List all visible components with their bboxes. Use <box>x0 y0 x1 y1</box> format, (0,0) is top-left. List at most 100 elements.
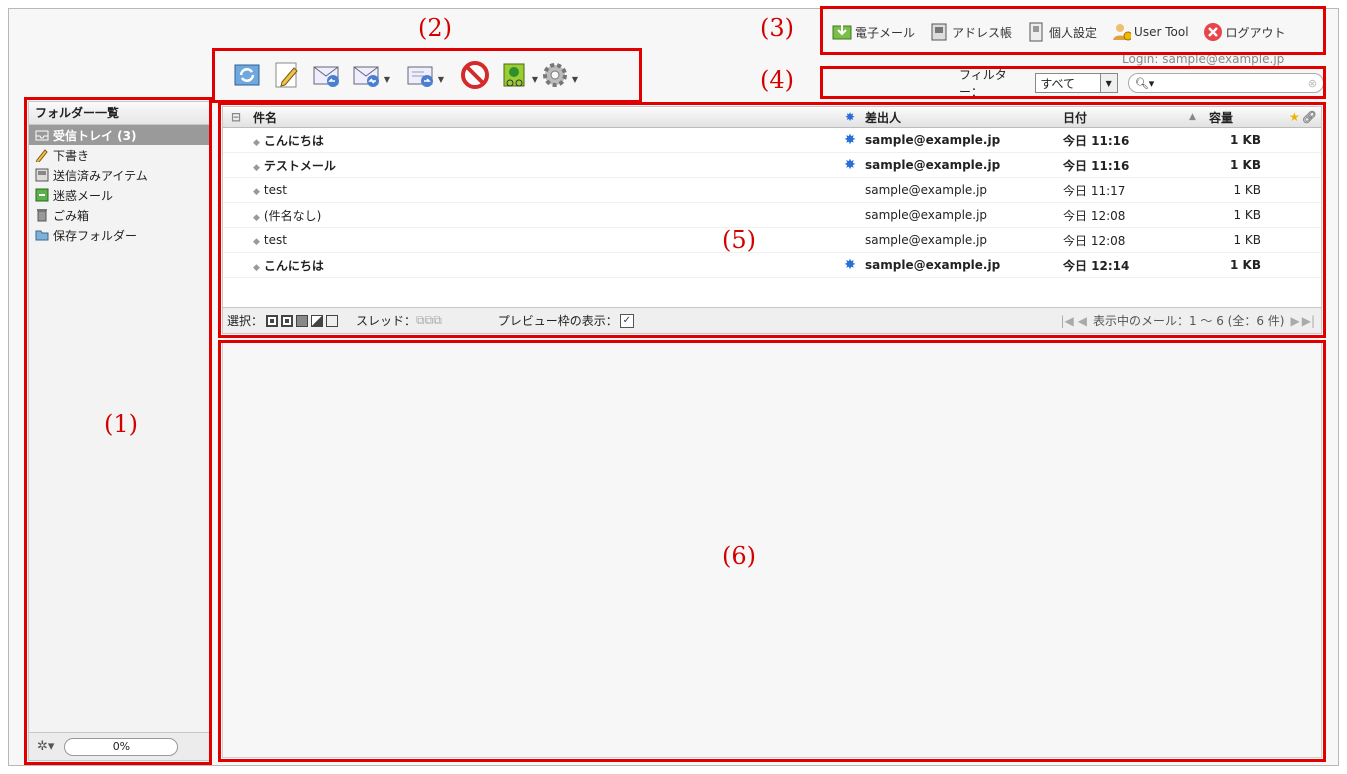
expand-all-icon[interactable]: ⧉ <box>425 313 434 328</box>
select-none-icon[interactable] <box>326 314 339 327</box>
dropdown-arrow-icon[interactable]: ▼ <box>438 75 444 84</box>
nav-settings-label: 個人設定 <box>1049 25 1098 40</box>
message-row[interactable]: ◆ テストメール ✸ sample@example.jp 今日 11:16 1 KB <box>223 153 1321 178</box>
folder-drafts[interactable]: 下書き <box>29 145 209 165</box>
message-subject[interactable]: ◆ test <box>249 183 839 197</box>
sort-asc-icon: ▲ <box>1189 112 1196 122</box>
message-subject[interactable]: ◆ テストメール <box>249 157 839 174</box>
folder-archive[interactable]: 保存フォルダー <box>29 225 209 245</box>
bullet-icon: ◆ <box>253 212 260 223</box>
collapse-all-icon[interactable]: ⧉ <box>433 313 442 328</box>
preview-label: プレビュー枠の表示： <box>497 314 618 328</box>
star-icon: ★ <box>1289 110 1300 124</box>
message-date: 今日 11:16 <box>1063 158 1130 173</box>
delete-button[interactable] <box>458 59 492 93</box>
last-page-icon[interactable]: ▶| <box>1302 314 1315 328</box>
column-date[interactable]: 日付 <box>1059 109 1189 126</box>
message-row[interactable]: ◆ test sample@example.jp 今日 11:17 1 KB <box>223 178 1321 203</box>
attachment-icon: 🔗︎ <box>1301 110 1317 124</box>
filter-select[interactable]: すべて ▼ <box>1035 73 1118 93</box>
folder-label: ごみ箱 <box>53 208 90 223</box>
message-from: sample@example.jp <box>865 233 988 247</box>
chevron-down-icon: ▼ <box>1099 74 1117 92</box>
nav-mail[interactable]: 電子メール <box>832 22 915 42</box>
folder-inbox[interactable]: 受信トレイ (3) <box>29 125 209 145</box>
message-from: sample@example.jp <box>865 208 988 222</box>
message-size: 1 KB <box>1230 158 1261 172</box>
nav-logout[interactable]: ログアウト <box>1203 22 1286 42</box>
message-row[interactable]: ◆ こんにちは ✸ sample@example.jp 今日 12:14 1 KB <box>223 253 1321 278</box>
unread-star-icon[interactable]: ✸ <box>839 257 861 273</box>
mark-button[interactable]: ▼ <box>498 59 538 93</box>
subject-text: (件名なし) <box>263 208 322 223</box>
subject-text: test <box>263 183 287 197</box>
bullet-icon: ◆ <box>253 162 260 173</box>
message-subject[interactable]: ◆ こんにちは <box>249 132 839 149</box>
message-subject[interactable]: ◆ (件名なし) <box>249 207 839 224</box>
message-subject[interactable]: ◆ こんにちは <box>249 257 839 274</box>
message-date: 今日 11:17 <box>1063 183 1126 198</box>
gear-icon <box>540 60 570 93</box>
search-input[interactable]: 🔍︎▾ ⊗ <box>1127 73 1324 93</box>
user-tool-icon <box>1111 22 1132 42</box>
trash-icon <box>35 208 49 222</box>
invert-selection-icon[interactable] <box>311 314 324 327</box>
select-all-icon[interactable] <box>266 314 279 327</box>
unread-star-icon[interactable]: ✸ <box>839 132 861 148</box>
nav-address-book-label: アドレス帳 <box>952 25 1013 40</box>
thread-toggle-icon[interactable]: ⊟ <box>223 110 249 124</box>
nav-logout-label: ログアウト <box>1225 25 1286 40</box>
folder-label: 送信済みアイテム <box>53 168 148 183</box>
unread-star-icon[interactable]: ✸ <box>839 157 861 173</box>
message-row[interactable]: ◆ こんにちは ✸ sample@example.jp 今日 11:16 1 KB <box>223 128 1321 153</box>
message-from: sample@example.jp <box>865 183 988 197</box>
subject-text: テストメール <box>263 158 336 173</box>
expand-thread-icon[interactable]: ⧉ <box>416 313 425 328</box>
column-size[interactable]: 容量 <box>1209 109 1269 126</box>
junk-icon <box>35 188 49 202</box>
message-row[interactable]: ◆ test sample@example.jp 今日 12:08 1 KB <box>223 228 1321 253</box>
marker-6: (6) <box>722 542 756 570</box>
prev-page-icon[interactable]: ◀ <box>1078 314 1087 328</box>
folder-junk[interactable]: 迷惑メール <box>29 185 209 205</box>
more-button[interactable]: ▼ <box>538 59 578 93</box>
preview-pane <box>222 342 1322 758</box>
forward-icon <box>406 60 436 93</box>
forward-button[interactable]: ▼ <box>404 59 444 93</box>
message-size: 1 KB <box>1233 208 1261 222</box>
address-book-icon <box>929 22 949 42</box>
mail-download-icon <box>832 22 852 42</box>
gear-icon[interactable]: ✲▾ <box>37 739 54 754</box>
compose-button[interactable] <box>270 59 304 93</box>
select-label: 選択： <box>227 314 264 328</box>
reply-all-button[interactable]: ▼ <box>350 59 390 93</box>
preview-toggle-checkbox[interactable]: ✓ <box>619 313 634 328</box>
reply-button[interactable] <box>310 59 344 93</box>
column-subject[interactable]: 件名 <box>249 109 839 126</box>
nav-address-book[interactable]: アドレス帳 <box>929 22 1012 42</box>
folder-label: 下書き <box>53 148 90 163</box>
message-date: 今日 12:08 <box>1063 233 1126 248</box>
first-page-icon[interactable]: |◀ <box>1060 314 1073 328</box>
message-size: 1 KB <box>1230 258 1261 272</box>
select-page-icon[interactable] <box>281 314 294 327</box>
nav-user-tool-label: User Tool <box>1134 25 1189 39</box>
search-icon: 🔍︎▾ <box>1134 76 1155 90</box>
column-from[interactable]: 差出人 <box>861 109 1059 126</box>
next-page-icon[interactable]: ▶ <box>1290 314 1299 328</box>
folder-label: 受信トレイ (3) <box>53 128 137 143</box>
column-flags: ★ 🔗︎ <box>1269 110 1321 124</box>
check-mail-button[interactable] <box>230 59 264 93</box>
select-unread-icon[interactable] <box>296 314 309 327</box>
clear-search-icon[interactable]: ⊗ <box>1308 77 1317 90</box>
nav-settings[interactable]: 個人設定 <box>1026 22 1097 42</box>
message-size: 1 KB <box>1233 183 1261 197</box>
dropdown-arrow-icon[interactable]: ▼ <box>572 75 578 84</box>
dropdown-arrow-icon[interactable]: ▼ <box>384 75 390 84</box>
nav-user-tool[interactable]: User Tool <box>1111 22 1189 42</box>
folder-trash[interactable]: ごみ箱 <box>29 205 209 225</box>
message-row[interactable]: ◆ (件名なし) sample@example.jp 今日 12:08 1 KB <box>223 203 1321 228</box>
folder-sent[interactable]: 送信済みアイテム <box>29 165 209 185</box>
filter-bar: フィルター： すべて ▼ 🔍︎▾ ⊗ <box>823 68 1324 99</box>
message-date: 今日 12:08 <box>1063 208 1126 223</box>
